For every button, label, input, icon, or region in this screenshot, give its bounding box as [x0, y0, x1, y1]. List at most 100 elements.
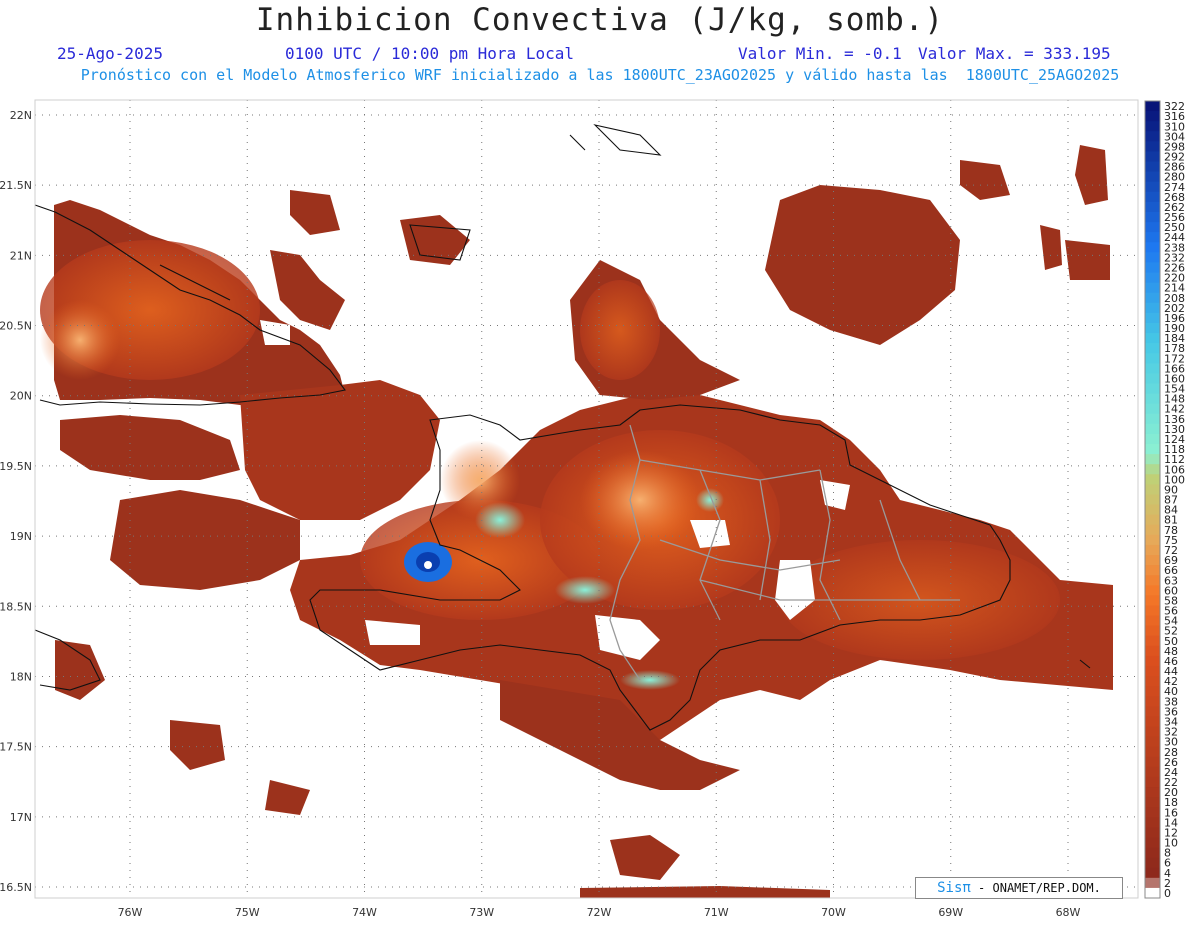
colorbar-swatch	[1145, 565, 1160, 576]
colorbar-swatch	[1145, 474, 1160, 485]
colorbar: 3223163103042982922862802742682622562502…	[1144, 100, 1185, 900]
colorbar-swatch	[1145, 776, 1160, 788]
credit-brand: Sisπ	[937, 880, 971, 896]
colorbar-swatch	[1145, 797, 1160, 808]
lat-tick-label: 20.5N	[0, 320, 32, 333]
colorbar-swatch	[1145, 312, 1160, 324]
colorbar-swatch	[1145, 736, 1160, 748]
field-cyan-4	[696, 488, 724, 512]
colorbar-swatch	[1145, 544, 1160, 556]
latitude-labels: 22N 21.5N 21N 20.5N 20N 19.5N 19N 18.5N 18N 17.5N…	[0, 109, 32, 894]
field-cyan-2	[555, 576, 615, 604]
colorbar-swatch	[1145, 111, 1160, 122]
colorbar-swatch	[1145, 524, 1160, 536]
colorbar-swatch	[1145, 716, 1160, 727]
colorbar-swatch	[1145, 262, 1160, 274]
colorbar-swatch	[1145, 625, 1160, 637]
lat-tick-label: 17N	[10, 811, 32, 824]
colorbar-swatch	[1145, 101, 1160, 112]
colorbar-swatch	[1145, 635, 1160, 647]
colorbar-swatch	[1145, 686, 1160, 697]
colorbar-swatch	[1145, 433, 1160, 445]
field-cyan-1	[475, 502, 525, 538]
colorbar-swatch	[1145, 333, 1160, 344]
colorbar-swatch	[1145, 282, 1160, 294]
lon-tick-label: 71W	[704, 906, 729, 919]
colorbar-swatch	[1145, 151, 1160, 163]
colorbar-swatch	[1145, 131, 1160, 142]
colorbar-swatch	[1145, 867, 1160, 879]
colorbar-swatch	[1145, 494, 1160, 506]
field-cyan-3	[620, 670, 680, 690]
lat-tick-label: 18N	[10, 670, 32, 683]
field-light-cuba	[40, 300, 120, 380]
colorbar-swatch	[1145, 706, 1160, 717]
colorbar-swatch	[1145, 827, 1160, 838]
lon-tick-label: 70W	[821, 906, 846, 919]
colorbar-swatch	[1145, 181, 1160, 193]
colorbar-swatch	[1145, 161, 1160, 173]
colorbar-swatch	[1145, 807, 1160, 818]
colorbar-swatch	[1145, 393, 1160, 405]
colorbar-swatch	[1145, 655, 1160, 667]
lat-tick-label: 20N	[10, 390, 32, 403]
colorbar-swatch	[1145, 645, 1160, 657]
lat-tick-label: 22N	[10, 109, 32, 122]
colorbar-swatch	[1145, 877, 1160, 889]
colorbar-swatch	[1145, 665, 1160, 677]
colorbar-swatch	[1145, 575, 1160, 586]
colorbar-swatch	[1145, 232, 1160, 243]
colorbar-swatch	[1145, 423, 1160, 435]
colorbar-swatch	[1145, 484, 1160, 495]
colorbar-swatch	[1145, 413, 1160, 425]
colorbar-swatch	[1145, 585, 1160, 596]
colorbar-swatch	[1145, 141, 1160, 152]
colorbar-swatch	[1145, 746, 1160, 758]
colorbar-swatch	[1145, 837, 1160, 849]
colorbar-swatch	[1145, 726, 1160, 738]
colorbar-swatch	[1145, 252, 1160, 263]
colorbar-swatch	[1145, 605, 1160, 617]
colorbar-swatch	[1145, 353, 1160, 364]
colorbar-swatch	[1145, 464, 1160, 475]
colorbar-swatch	[1145, 787, 1160, 798]
colorbar-swatch	[1145, 454, 1160, 465]
colorbar-swatch	[1145, 847, 1160, 859]
colorbar-swatch	[1145, 676, 1160, 687]
lon-tick-label: 74W	[352, 906, 377, 919]
lon-tick-label: 76W	[118, 906, 143, 919]
colorbar-swatch	[1145, 373, 1160, 384]
lon-tick-label: 69W	[938, 906, 963, 919]
colorbar-swatch	[1145, 272, 1160, 284]
lat-tick-label: 19.5N	[0, 460, 32, 473]
colorbar-swatch	[1145, 343, 1160, 354]
colorbar-swatch	[1145, 514, 1160, 526]
colorbar-swatch	[1145, 171, 1160, 183]
colorbar-label: 0	[1164, 887, 1171, 900]
colorbar-swatch	[1145, 857, 1160, 869]
colorbar-swatch	[1145, 504, 1160, 516]
credit-box: Sisπ - ONAMET/REP.DOM.	[915, 877, 1123, 899]
colorbar-swatch	[1145, 766, 1160, 778]
lon-tick-label: 73W	[469, 906, 494, 919]
map-figure: 22N 21.5N 21N 20.5N 20N 19.5N 19N 18.5N 18N 17.5N…	[0, 99, 1185, 919]
field-white-dot	[424, 561, 432, 569]
colorbar-swatch	[1145, 222, 1160, 233]
lat-tick-label: 19N	[10, 530, 32, 543]
lon-tick-label: 68W	[1056, 906, 1081, 919]
lat-tick-label: 16.5N	[0, 881, 32, 894]
colorbar-swatch	[1145, 242, 1160, 253]
lon-tick-label: 75W	[235, 906, 260, 919]
colorbar-swatch	[1145, 403, 1160, 415]
colorbar-swatch	[1145, 292, 1160, 304]
colorbar-swatch	[1145, 554, 1160, 566]
colorbar-swatch	[1145, 595, 1160, 606]
colorbar-swatch	[1145, 363, 1160, 374]
lat-tick-label: 18.5N	[0, 600, 32, 613]
lon-tick-label: 72W	[587, 906, 612, 919]
colorbar-swatch	[1145, 121, 1160, 132]
colorbar-swatch	[1145, 302, 1160, 314]
colorbar-swatch	[1145, 696, 1160, 707]
colorbar-swatch	[1145, 322, 1160, 334]
longitude-labels: 76W 75W 74W 73W 72W 71W 70W 69W 68W	[118, 906, 1081, 919]
